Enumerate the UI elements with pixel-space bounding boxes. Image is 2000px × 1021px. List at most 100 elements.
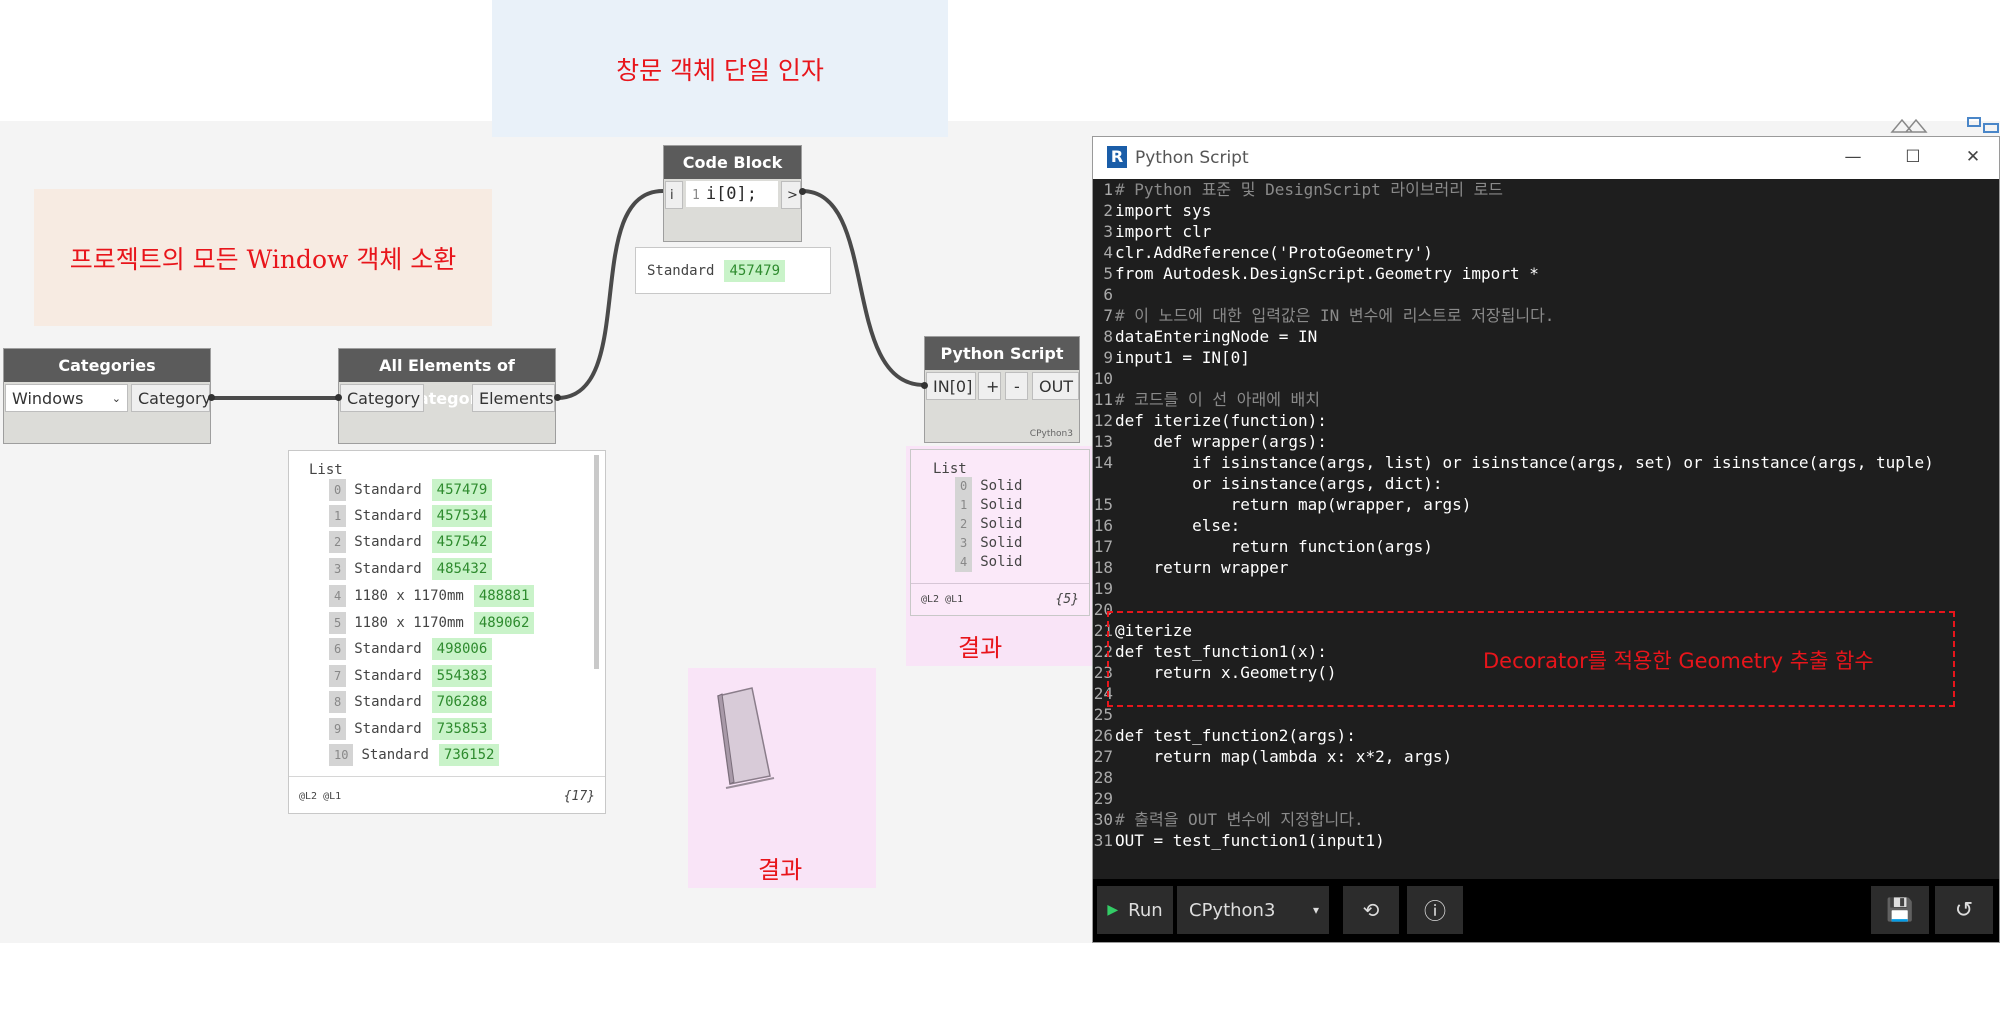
list-item: 8 Standard 706288: [329, 691, 493, 713]
list-item: 9 Standard 735853: [329, 718, 493, 740]
code-line: 12 def iterize(function):: [1093, 411, 1327, 430]
code-block-output-dot[interactable]: [799, 188, 806, 195]
code-line: 1 # Python 표준 및 DesignScript 라이브러리 로드: [1103, 180, 1504, 199]
code-block-output-port[interactable]: >: [781, 181, 801, 209]
code-line: 25: [1093, 705, 1113, 724]
list-item: 10 Standard 736152: [329, 744, 500, 766]
python-input-port[interactable]: IN[0]: [926, 372, 976, 400]
list-item: 1 Standard 457534: [329, 505, 493, 527]
code-line: 30 # 출력을 OUT 변수에 지정합니다.: [1093, 810, 1364, 829]
code-line: 18 return wrapper: [1093, 558, 1289, 577]
code-block-title: Code Block: [664, 146, 801, 179]
preview-scrollbar[interactable]: [594, 455, 599, 669]
code-line: 5 from Autodesk.DesignScript.Geometry imp…: [1103, 264, 1539, 283]
code-line: 17 return function(args): [1093, 537, 1433, 556]
revert-icon[interactable]: ↺: [1935, 886, 1993, 934]
list-item: 1 Solid: [955, 496, 1022, 515]
minimize-icon[interactable]: —: [1833, 137, 1873, 177]
list-item: 0 Standard 457479: [329, 479, 493, 501]
preview-divider: [289, 776, 605, 777]
code-line: 4 clr.AddReference('ProtoGeometry'): [1103, 243, 1433, 262]
code-line: 9 input1 = IN[0]: [1103, 348, 1250, 367]
play-icon: ▶: [1107, 902, 1119, 918]
preview-levels: @L2 @L1: [921, 594, 964, 605]
list-item: 7 Standard 554383: [329, 665, 493, 687]
list-item: 4 Solid: [955, 553, 1022, 572]
list-item: 2 Solid: [955, 515, 1022, 534]
preview-count: {5}: [1055, 592, 1079, 607]
code-line: 31 OUT = test_function1(input1): [1093, 831, 1385, 850]
all-elements-node-title: All Elements of Category: [339, 349, 555, 408]
code-block-line-number: 1: [692, 188, 700, 203]
category-dropdown[interactable]: Windows ⌄: [5, 384, 128, 412]
code-block-preview[interactable]: Standard 457479: [635, 247, 831, 294]
code-line: 13 def wrapper(args):: [1093, 432, 1327, 451]
code-block-input-port[interactable]: i: [665, 181, 683, 209]
code-line: 26 def test_function2(args):: [1093, 726, 1356, 745]
python-window-title: Python Script: [1135, 148, 1249, 168]
all-elements-output-dot[interactable]: [554, 394, 561, 401]
python-node-preview[interactable]: List 0 Solid 1 Solid 2 Solid 3 Solid 4 Solid …: [910, 449, 1090, 616]
chevron-down-icon: ▾: [1312, 903, 1319, 917]
engine-select-value: CPython3: [1189, 899, 1276, 921]
list-item: 5 1180 x 1170mm 489062: [329, 612, 535, 634]
run-button[interactable]: ▶ Run: [1097, 886, 1173, 934]
preview-list-header: List: [309, 462, 343, 478]
all-elements-input-dot[interactable]: [335, 394, 342, 401]
all-elements-output-port[interactable]: Elements: [472, 384, 555, 412]
save-icon[interactable]: 💾: [1871, 886, 1929, 934]
preview-levels: @L2 @L1: [299, 791, 342, 802]
maximize-icon[interactable]: ☐: [1893, 137, 1933, 177]
chevron-down-icon: ⌄: [111, 392, 121, 405]
list-item: 6 Standard 498006: [329, 638, 493, 660]
code-line: 29: [1093, 789, 1113, 808]
python-node-title: Python Script: [925, 337, 1079, 370]
preview-count: {17}: [563, 789, 595, 804]
list-item: 3 Solid: [955, 534, 1022, 553]
code-block-preview-row: Standard 457479: [647, 260, 786, 282]
code-line: 3 import clr: [1103, 222, 1212, 241]
python-script-window[interactable]: R Python Script — ☐ ✕ 1 # Python 표준 및 Des…: [1092, 136, 2000, 943]
view-mode-icon[interactable]: [1888, 116, 1938, 134]
revit-logo-icon: R: [1107, 146, 1127, 168]
code-line: 15 return map(wrapper, args): [1093, 495, 1472, 514]
help-icon[interactable]: ⓘ: [1407, 886, 1463, 934]
code-block-editor[interactable]: 1 i[0];: [686, 181, 778, 207]
decorator-annotation: Decorator를 적용한 Geometry 추출 함수: [1483, 649, 1874, 673]
code-line: 19: [1093, 579, 1113, 598]
add-input-button[interactable]: +: [978, 372, 1001, 400]
code-line: 10: [1093, 369, 1113, 388]
graph-view-icon[interactable]: [1966, 116, 2000, 134]
python-window-titlebar[interactable]: R Python Script — ☐ ✕: [1093, 137, 1999, 179]
code-block-node[interactable]: Code Block i 1 i[0]; >: [663, 145, 802, 242]
preview-divider: [911, 583, 1089, 584]
code-line: 11 # 코드를 이 선 아래에 배치: [1093, 390, 1320, 409]
python-window-toolbar: ▶ Run CPython3 ▾ ⟲ ⓘ 💾 ↺: [1093, 879, 1999, 942]
code-line: 27 return map(lambda x: x*2, args): [1093, 747, 1453, 766]
migration-assistant-icon[interactable]: ⟲: [1343, 886, 1399, 934]
code-line: 7 # 이 노드에 대한 입력값은 IN 변수에 리스트로 저장됩니다.: [1103, 306, 1555, 325]
all-elements-preview[interactable]: List 0 Standard 457479 1 Standard 457534 2 St…: [288, 450, 606, 814]
python-engine-label: CPython3: [1029, 429, 1073, 439]
code-line: 2 import sys: [1103, 201, 1212, 220]
python-input-dot[interactable]: [921, 382, 928, 389]
categories-output-dot[interactable]: [208, 394, 215, 401]
all-elements-input-port[interactable]: Category: [340, 384, 424, 412]
category-dropdown-value: Windows: [12, 389, 84, 408]
code-block-code: i[0];: [705, 184, 758, 204]
code-line: 14 if isinstance(args, list) or isinstan…: [1093, 453, 1934, 472]
all-elements-node[interactable]: All Elements of Category Category Elemen…: [338, 348, 556, 444]
python-script-node[interactable]: Python Script IN[0] + - OUT CPython3: [924, 336, 1080, 443]
run-button-label: Run: [1128, 899, 1163, 921]
categories-node[interactable]: Categories Windows ⌄ Category: [3, 348, 211, 444]
code-line: or isinstance(args, dict):: [1115, 474, 1443, 493]
code-line: 28: [1093, 768, 1113, 787]
close-icon[interactable]: ✕: [1953, 137, 1993, 177]
remove-input-button[interactable]: -: [1005, 372, 1028, 400]
engine-select[interactable]: CPython3 ▾: [1177, 886, 1329, 934]
categories-node-title: Categories: [4, 349, 210, 382]
python-output-port[interactable]: OUT: [1032, 372, 1079, 400]
list-item: 3 Standard 485432: [329, 558, 493, 580]
code-line: 6: [1103, 285, 1113, 304]
categories-output-port[interactable]: Category: [131, 384, 211, 412]
